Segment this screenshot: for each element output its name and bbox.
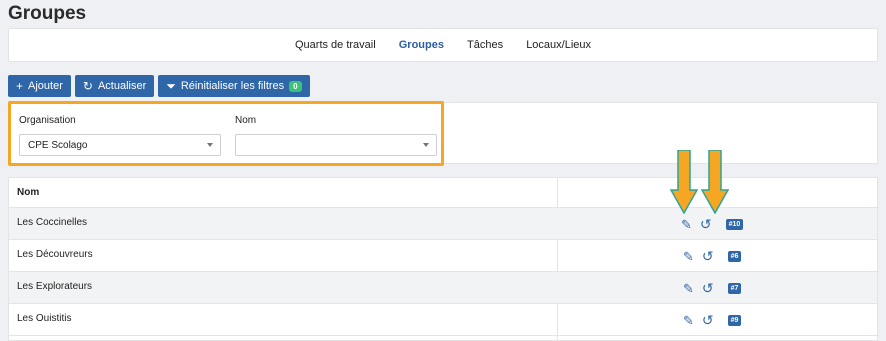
filter-count-badge: 0 <box>289 80 302 92</box>
id-badge: #9 <box>727 315 742 326</box>
tab-taches[interactable]: Tâches <box>467 39 503 51</box>
history-icon[interactable]: ↺ <box>702 312 714 329</box>
refresh-button-label: Actualiser <box>97 80 147 92</box>
row-name: Les Explorateurs <box>17 281 93 292</box>
id-badge: #7 <box>727 283 742 294</box>
tab-bar: Quarts de travail Groupes Tâches Locaux/… <box>9 39 877 51</box>
table-row: Les Découvreurs ✎ ↺ #6 <box>9 240 877 272</box>
tab-quarts-de-travail[interactable]: Quarts de travail <box>295 39 376 51</box>
table-header: Nom <box>9 178 877 208</box>
refresh-button[interactable]: ↻ Actualiser <box>74 75 155 97</box>
tab-groupes[interactable]: Groupes <box>399 39 444 51</box>
id-badge: #6 <box>727 251 742 262</box>
toolbar: + Ajouter ↻ Actualiser ⏷ Réinitialiser l… <box>8 75 310 97</box>
history-icon[interactable]: ↺ <box>700 216 712 233</box>
edit-pencil-icon[interactable]: ✎ <box>683 313 694 329</box>
row-actions: ✎ ↺ #6 <box>683 248 742 265</box>
reset-filters-label: Réinitialiser les filtres <box>180 80 285 92</box>
row-name: Les Coccinelles <box>17 217 88 228</box>
page-title: Groupes <box>8 3 87 24</box>
groups-table: Nom Les Coccinelles ✎ ↺ #10 Les Découvre… <box>8 177 878 341</box>
history-icon[interactable]: ↺ <box>702 280 714 297</box>
refresh-icon: ↻ <box>82 79 93 93</box>
edit-pencil-icon[interactable]: ✎ <box>681 217 692 233</box>
row-actions: ✎ ↺ #10 <box>681 216 744 233</box>
tabs-panel: Quarts de travail Groupes Tâches Locaux/… <box>8 28 878 62</box>
tab-locaux-lieux[interactable]: Locaux/Lieux <box>526 39 591 51</box>
edit-pencil-icon[interactable]: ✎ <box>683 249 694 265</box>
row-actions: ✎ ↺ #9 <box>683 312 742 329</box>
edit-pencil-icon[interactable]: ✎ <box>683 281 694 297</box>
table-row: Les Ouistitis ✎ ↺ #9 <box>9 304 877 336</box>
annotation-arrow-history <box>701 150 729 214</box>
table-row: Les Explorateurs ✎ ↺ #7 <box>9 272 877 304</box>
row-name: Les Découvreurs <box>17 249 93 260</box>
table-row: Les Coccinelles ✎ ↺ #10 <box>9 208 877 240</box>
annotation-arrow-edit <box>670 150 698 214</box>
history-icon[interactable]: ↺ <box>702 248 714 265</box>
reset-filters-button[interactable]: ⏷ Réinitialiser les filtres 0 <box>158 75 310 97</box>
filter-reset-icon: ⏷ <box>166 79 176 93</box>
row-name: Les Ouistitis <box>17 313 72 324</box>
column-header-nom[interactable]: Nom <box>17 187 39 198</box>
plus-icon: + <box>16 79 24 93</box>
row-actions: ✎ ↺ #7 <box>683 280 742 297</box>
add-button-label: Ajouter <box>28 80 63 92</box>
add-button[interactable]: + Ajouter <box>8 75 71 97</box>
filters-highlight-box <box>8 101 444 166</box>
id-badge: #10 <box>725 219 744 230</box>
